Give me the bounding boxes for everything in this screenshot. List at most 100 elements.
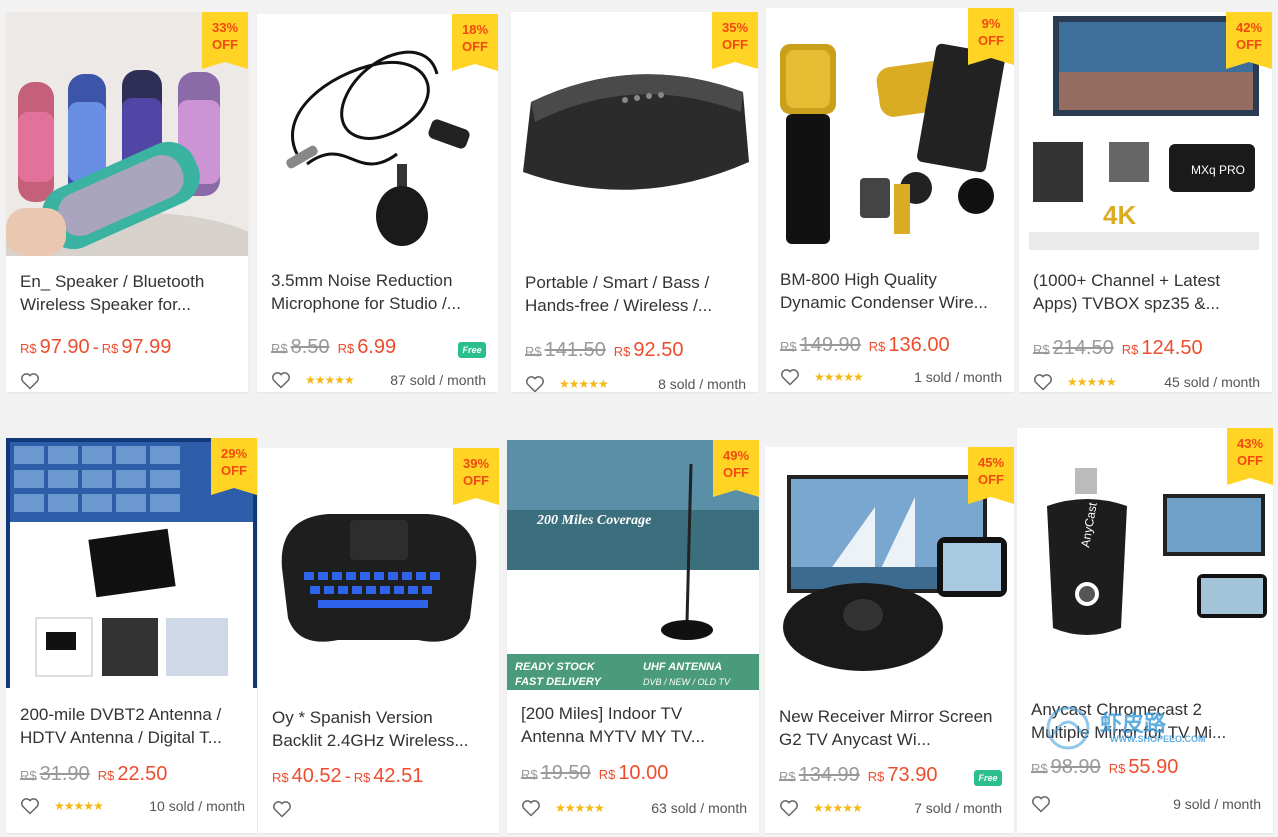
product-title[interactable]: (1000+ Channel + Latest Apps) TVBOX spz3…: [1033, 269, 1258, 315]
current-price: R$ 55.90: [1108, 756, 1179, 778]
product-card[interactable]: MXq PRO 4K 42% OFF (1000+ Channel + Late…: [1019, 12, 1272, 392]
price-row: R$ 97.90- R$ 97.99: [20, 336, 171, 359]
current-price: R$ 40.52: [272, 765, 342, 787]
card-footer: ★★★★★ 45 sold / month: [1033, 371, 1260, 392]
card-footer: [272, 798, 487, 820]
price-row: R$ 98.90 R$ 55.90: [1031, 756, 1178, 779]
tvbox-brand-text: MXq PRO: [1191, 163, 1245, 177]
price-row: R$ 141.50 R$ 92.50: [525, 339, 683, 362]
heart-icon[interactable]: [20, 372, 40, 390]
heart-icon[interactable]: [779, 799, 799, 817]
sold-count: 8 sold / month: [658, 376, 746, 392]
price-range-dash: -: [92, 337, 99, 357]
antenna-banner-2: FAST DELIVERY: [515, 676, 603, 688]
product-title[interactable]: Anycast Chromecast 2 Multiple Mirror for…: [1031, 698, 1259, 744]
rating-stars: ★★★★★: [555, 801, 605, 815]
rating-stars: ★★★★★: [54, 799, 104, 813]
heart-icon[interactable]: [1031, 795, 1051, 813]
original-price: R$ 19.50: [521, 762, 591, 784]
tvbox-4k-text: 4K: [1103, 200, 1136, 230]
card-footer: [20, 370, 236, 392]
product-card[interactable]: 200 Miles Coverage READY STOCK FAST DELI…: [507, 440, 759, 833]
max-price: R$ 97.99: [101, 336, 172, 358]
price-row: R$ 149.90 R$ 136.00: [780, 334, 950, 357]
product-title[interactable]: Oy * Spanish Version Backlit 2.4GHz Wire…: [272, 706, 485, 752]
product-card[interactable]: 39% OFF Oy * Spanish Version Backlit 2.4…: [258, 448, 499, 833]
sold-count: 87 sold / month: [390, 372, 486, 388]
original-price: R$ 134.99: [779, 764, 860, 786]
card-footer: ★★★★★ 8 sold / month: [525, 373, 746, 392]
product-title[interactable]: 200-mile DVBT2 Antenna / HDTV Antenna / …: [20, 703, 243, 749]
price-row: R$ 31.90 R$ 22.50: [20, 763, 167, 786]
product-card[interactable]: 29% OFF 200-mile DVBT2 Antenna / HDTV An…: [6, 438, 257, 833]
product-card[interactable]: 18% OFF 3.5mm Noise Reduction Microphone…: [257, 14, 498, 392]
original-price: R$ 214.50: [1033, 337, 1114, 359]
product-title[interactable]: BM-800 High Quality Dynamic Condenser Wi…: [780, 268, 1000, 314]
heart-icon[interactable]: [20, 797, 40, 815]
current-price: R$ 10.00: [598, 762, 669, 784]
product-title[interactable]: New Receiver Mirror Screen G2 TV Anycast…: [779, 705, 1000, 751]
discount-badge: 33% OFF: [202, 12, 248, 69]
original-price: R$ 141.50: [525, 339, 606, 361]
rating-stars: ★★★★★: [559, 377, 609, 391]
max-price: R$ 42.51: [353, 765, 424, 787]
product-card[interactable]: 45% OFF New Receiver Mirror Screen G2 TV…: [765, 447, 1014, 833]
product-card[interactable]: 33% OFF En_ Speaker / Bluetooth Wireless…: [6, 12, 248, 392]
free-shipping-badge: Free: [974, 770, 1002, 786]
antenna-coverage-text: 200 Miles Coverage: [536, 513, 651, 528]
price-range-dash: -: [344, 766, 351, 786]
original-price: R$ 98.90: [1031, 756, 1101, 778]
antenna-banner-1: READY STOCK: [515, 661, 596, 673]
price-row: R$ 214.50 R$ 124.50: [1033, 337, 1203, 360]
product-title[interactable]: En_ Speaker / Bluetooth Wireless Speaker…: [20, 270, 234, 316]
discount-badge: 39% OFF: [453, 448, 499, 505]
antenna-banner-3: UHF ANTENNA: [643, 661, 722, 673]
sold-count: 9 sold / month: [1173, 796, 1261, 812]
original-price: R$ 31.90: [20, 763, 90, 785]
price-row: R$ 19.50 R$ 10.00: [521, 762, 668, 785]
sold-count: 7 sold / month: [914, 800, 1002, 816]
current-price: R$ 136.00: [868, 334, 950, 356]
current-price: R$ 22.50: [97, 763, 168, 785]
rating-stars: ★★★★★: [814, 370, 864, 384]
product-title[interactable]: [200 Miles] Indoor TV Antenna MYTV MY TV…: [521, 702, 745, 748]
free-shipping-badge: Free: [458, 342, 486, 358]
discount-badge: 45% OFF: [968, 447, 1014, 504]
discount-badge: 18% OFF: [452, 14, 498, 71]
heart-icon[interactable]: [1033, 373, 1053, 391]
rating-stars: ★★★★★: [813, 801, 863, 815]
discount-badge: 43% OFF: [1227, 428, 1273, 485]
sold-count: 63 sold / month: [651, 800, 747, 816]
current-price: R$ 124.50: [1121, 337, 1203, 359]
discount-badge: 9% OFF: [968, 8, 1014, 65]
card-footer: ★★★★★ 7 sold / month: [779, 797, 1002, 819]
price-row: R$ 134.99 R$ 73.90: [779, 764, 937, 787]
card-footer: ★★★★★ 1 sold / month: [780, 366, 1002, 388]
product-card[interactable]: 35% OFF Portable / Smart / Bass / Hands-…: [511, 12, 758, 392]
card-footer: 9 sold / month: [1031, 793, 1261, 815]
current-price: R$ 97.90: [20, 336, 90, 358]
sold-count: 45 sold / month: [1164, 374, 1260, 390]
card-footer: ★★★★★ 63 sold / month: [521, 797, 747, 819]
product-card[interactable]: AnyCast 43% OFF Anycast Chromecast 2 Mul…: [1017, 428, 1273, 833]
current-price: R$ 6.99: [337, 336, 397, 358]
product-title[interactable]: Portable / Smart / Bass / Hands-free / W…: [525, 271, 744, 317]
product-card[interactable]: 9% OFF BM-800 High Quality Dynamic Conde…: [766, 8, 1014, 392]
price-row: R$ 40.52- R$ 42.51: [272, 765, 423, 788]
current-price: R$ 92.50: [613, 339, 684, 361]
rating-stars: ★★★★★: [1067, 375, 1117, 389]
heart-icon[interactable]: [271, 371, 291, 389]
card-footer: ★★★★★ 10 sold / month: [20, 795, 245, 817]
discount-badge: 35% OFF: [712, 12, 758, 69]
discount-badge: 49% OFF: [713, 440, 759, 497]
product-title[interactable]: 3.5mm Noise Reduction Microphone for Stu…: [271, 269, 484, 315]
current-price: R$ 73.90: [867, 764, 938, 786]
price-row: R$ 8.50 R$ 6.99: [271, 336, 396, 359]
heart-icon[interactable]: [521, 799, 541, 817]
heart-icon[interactable]: [525, 375, 545, 392]
heart-icon[interactable]: [272, 800, 292, 818]
heart-icon[interactable]: [780, 368, 800, 386]
original-price: R$ 8.50: [271, 336, 330, 358]
antenna-banner-4: DVB / NEW / OLD TV: [643, 677, 731, 687]
original-price: R$ 149.90: [780, 334, 861, 356]
